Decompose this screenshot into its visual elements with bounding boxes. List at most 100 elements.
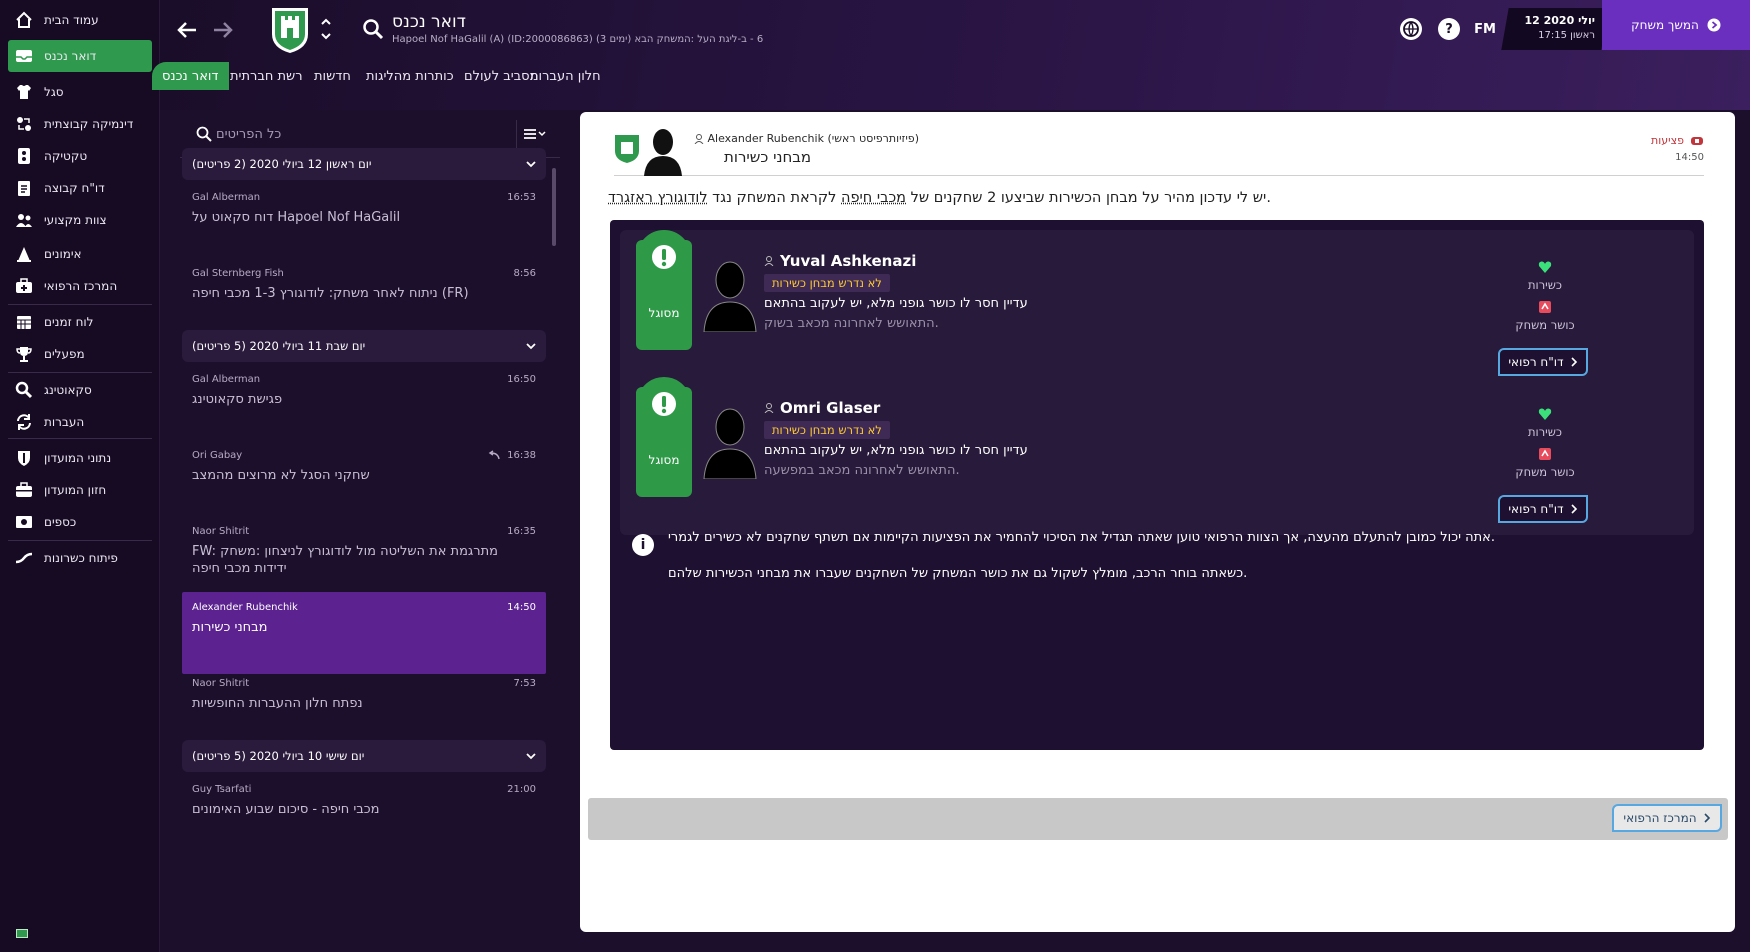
player-name-row: Omri Glaser xyxy=(764,399,880,417)
day-group-header[interactable]: יום ראשון 12 ביולי 2020 (2 פריטים) xyxy=(182,148,546,180)
forward-arrow-icon[interactable] xyxy=(212,18,234,48)
message-item-selected[interactable]: Alexander Rubenchik 14:50 מבחני כשירות xyxy=(182,592,546,674)
sidebar-item-team-report[interactable]: דו"ח קבוצה xyxy=(8,172,152,204)
sidebar-item-transfers[interactable]: העברות xyxy=(8,406,152,438)
medical-report-button[interactable]: דו"ח רפואי xyxy=(1498,348,1588,376)
squad-shirt-icon xyxy=(14,82,34,102)
tab-inbox[interactable]: דואר נכנס xyxy=(152,62,229,90)
sidebar-item-staff[interactable]: צוות מקצועי xyxy=(8,204,152,236)
scouting-magnifier-icon xyxy=(14,380,34,400)
match-sharpness-icon xyxy=(1539,448,1551,460)
match-sharpness-icon xyxy=(1539,301,1551,313)
day-group-header[interactable]: יום שישי 10 ביולי 2020 (5 פריטים) xyxy=(182,740,546,772)
sidebar-item-label: כספים xyxy=(44,515,77,529)
sender-role: (פיזיותרפיסט ראשי) xyxy=(827,132,919,145)
back-arrow-icon[interactable] xyxy=(176,18,198,48)
message-subject: מכבי חיפה - סיכום שבוע האימונים xyxy=(192,802,380,817)
sidebar-item-club-vision[interactable]: חזון המועדון xyxy=(8,474,152,506)
club-badge-logo[interactable] xyxy=(270,6,310,54)
day-group-header[interactable]: יום שבת 11 ביולי 2020 (5 פריטים) xyxy=(182,330,546,362)
message-item[interactable]: Ori Gabay 16:38 שחקני הסגל לא מרוצים מהמ… xyxy=(182,440,546,522)
medical-centre-button[interactable]: המרכז הרפואי xyxy=(1612,804,1722,832)
search-icon[interactable] xyxy=(362,18,384,40)
sidebar-item-tactics[interactable]: טקטיקה xyxy=(8,140,152,172)
sidebar-item-label: נתוני המועדון xyxy=(44,451,112,465)
sidebar-item-squad[interactable]: סגל xyxy=(8,76,152,108)
sidebar-item-medical-centre[interactable]: המרכז הרפואי xyxy=(8,270,152,302)
day-group-label: יום שבת 11 ביולי 2020 (5 פריטים) xyxy=(192,339,366,353)
message-time: 21:00 xyxy=(507,784,536,795)
tactics-board-icon xyxy=(14,146,34,166)
message-time: 16:50 xyxy=(507,374,536,385)
message-subject: ניתוח לאחר משחק: לודוגורץ 1-3 מכבי חיפה … xyxy=(192,286,469,301)
opponent-link[interactable]: לודוגורץ ראזגרד xyxy=(608,190,708,206)
message-item[interactable]: Gal Sternberg Fish 8:56 ניתוח לאחר משחק:… xyxy=(182,258,546,340)
player-condition-note: עדיין חסר לו כושר גופני מלא, יש לעקוב בה… xyxy=(764,443,1028,458)
tab-around-world[interactable]: מסביב לעולם xyxy=(454,62,548,90)
trophy-icon xyxy=(14,344,34,364)
fitness-test-results: מסוגל Yuval Ashkenazi לא נדרש מבחן כשירו… xyxy=(610,220,1704,750)
match-sharpness-label: כושר משחק xyxy=(1515,318,1575,332)
message-item[interactable]: Guy Tsarfati 21:00 מכבי חיפה - סיכום שבו… xyxy=(182,774,546,856)
condition-label: כשירות xyxy=(1528,278,1562,292)
player-card: מסוגל Yuval Ashkenazi לא נדרש מבחן כשירו… xyxy=(620,230,1694,388)
sidebar-item-finances[interactable]: כספים xyxy=(8,506,152,538)
help-icon[interactable]: ? xyxy=(1438,18,1460,40)
message-item[interactable]: Gal Alberman 16:50 פגישת סקאוטינג xyxy=(182,364,546,446)
sidebar-item-development[interactable]: פיתוח כשרונות xyxy=(8,542,152,574)
message-sender: Alexander Rubenchik xyxy=(192,602,298,613)
list-scrollbar[interactable] xyxy=(552,168,556,246)
message-sender: Guy Tsarfati xyxy=(192,784,252,795)
message-item[interactable]: Naor Shitrit 16:35 FW: מתרגמת את השליטה … xyxy=(182,516,546,598)
sidebar-item-scouting[interactable]: סקאוטינג xyxy=(8,374,152,406)
message-subject: דוח סקאוט על Hapoel Nof HaGalil xyxy=(192,210,401,225)
continue-game-button[interactable]: המשך משחק xyxy=(1602,0,1750,50)
globe-icon[interactable] xyxy=(1400,18,1422,40)
message-time: 8:56 xyxy=(513,268,536,279)
continue-label: המשך משחק xyxy=(1631,18,1699,32)
message-item[interactable]: Gal Alberman 16:53 דוח סקאוט על Hapoel N… xyxy=(182,182,546,264)
list-view-menu-icon[interactable] xyxy=(516,120,552,148)
sidebar-item-schedule[interactable]: לוח זמנים xyxy=(8,306,152,338)
player-name[interactable]: Yuval Ashkenazi xyxy=(780,252,916,270)
sidebar-item-club-info[interactable]: נתוני המועדון xyxy=(8,442,152,474)
sidebar-item-label: דואר נכנס xyxy=(44,49,97,63)
player-name-row: Yuval Ashkenazi xyxy=(764,252,916,270)
chevron-down-icon xyxy=(526,749,536,763)
player-name[interactable]: Omri Glaser xyxy=(780,399,880,417)
sidebar-divider xyxy=(8,372,152,373)
status-bar-icon[interactable] xyxy=(16,929,28,938)
sidebar-item-home[interactable]: עמוד הבית xyxy=(8,4,152,36)
training-cone-icon xyxy=(14,244,34,264)
player-stats: כשירות כושר משחק xyxy=(1490,407,1600,487)
sender-line: Alexander Rubenchik (פיזיותרפיסט ראשי) xyxy=(694,132,919,145)
advice-text: כשאתה בוחר הרכב, מומלץ לשקול גם את כושר … xyxy=(668,566,1248,581)
message-sender: Ori Gabay xyxy=(192,450,243,461)
sender-name[interactable]: Alexander Rubenchik xyxy=(708,132,824,145)
sidebar-item-inbox[interactable]: דואר נכנס xyxy=(8,40,152,72)
alert-exclamation-icon xyxy=(637,230,691,284)
tab-league-headlines[interactable]: כותרות מהליגות xyxy=(356,62,464,90)
sender-avatar xyxy=(644,129,682,176)
team-report-icon xyxy=(14,178,34,198)
club-vision-briefcase-icon xyxy=(14,480,34,500)
inbox-icon xyxy=(14,46,34,66)
fm-menu-icon[interactable]: FM xyxy=(1470,18,1500,40)
inbox-search-input[interactable] xyxy=(216,122,496,146)
club-link[interactable]: מכבי חיפה xyxy=(841,190,906,206)
club-switch-chevrons-icon[interactable] xyxy=(320,16,332,47)
medical-report-button[interactable]: דו"ח רפואי xyxy=(1498,495,1588,523)
sidebar-item-dynamics[interactable]: דינמיקה קבוצתית xyxy=(8,108,152,140)
sidebar-item-label: דינמיקה קבוצתית xyxy=(44,117,134,131)
next-match-info: Hapoel Nof HaGalil (A) (ID:2000086863) (… xyxy=(392,34,764,45)
tab-social-network[interactable]: רשת חברתית xyxy=(220,62,313,90)
sidebar-item-competitions[interactable]: מפעלים xyxy=(8,338,152,370)
sidebar-item-label: אימונים xyxy=(44,247,82,261)
message-subject: מבחני כשירות xyxy=(192,620,268,635)
intro-text: . xyxy=(1266,190,1271,206)
match-sharpness-label: כושר משחק xyxy=(1515,465,1575,479)
sidebar-item-training[interactable]: אימונים xyxy=(8,238,152,270)
sidebar-item-label: פיתוח כשרונות xyxy=(44,551,118,565)
message-item[interactable]: Naor Shitrit 7:53 נפתח חלון ההעברות החופ… xyxy=(182,668,546,750)
chevron-right-icon xyxy=(1704,813,1710,823)
